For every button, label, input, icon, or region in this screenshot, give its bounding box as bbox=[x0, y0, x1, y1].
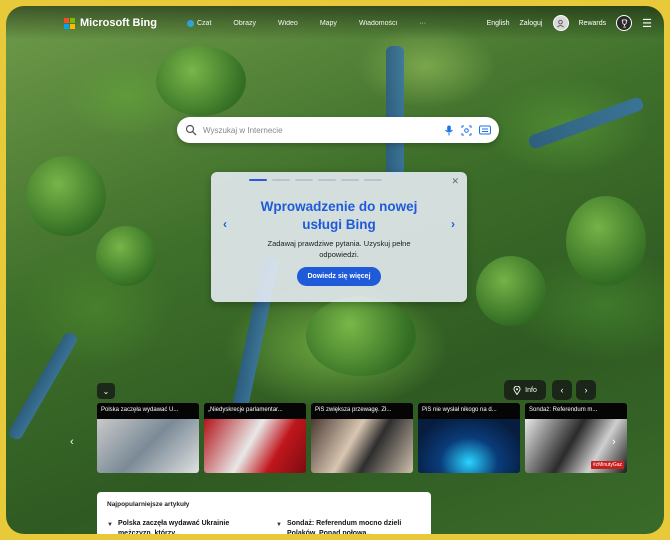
top-articles-panel: Najpopularniejsze artykuły ▼ Polska zacz… bbox=[97, 492, 431, 534]
slide-dot[interactable] bbox=[249, 179, 267, 181]
slide-dot[interactable] bbox=[272, 179, 290, 181]
news-image bbox=[418, 419, 520, 473]
news-source-icon: ▼ bbox=[276, 522, 282, 528]
main-nav: Czat Obrazy Wideo Mapy Wiadomości ··· bbox=[187, 19, 426, 27]
nav-chat[interactable]: Czat bbox=[187, 19, 212, 27]
nav-label: Wiadomości bbox=[358, 19, 398, 27]
slide-indicator bbox=[249, 179, 382, 181]
article-text: Polska zaczęła wydawać Ukrainie mężczyzn… bbox=[117, 520, 230, 534]
chevron-right-icon: › bbox=[584, 385, 588, 395]
nav-label: Czat bbox=[197, 19, 212, 27]
background-tree bbox=[476, 256, 546, 326]
brand-name: Microsoft Bing bbox=[80, 17, 157, 29]
nav-maps[interactable]: Mapy bbox=[320, 20, 337, 27]
news-badge: #zMinutyGaz bbox=[590, 461, 624, 469]
nav-label: ··· bbox=[419, 19, 427, 27]
news-card[interactable]: PiS nie wysłał nikogo na d... bbox=[418, 403, 520, 473]
nav-more[interactable]: ··· bbox=[419, 20, 426, 27]
news-caption: Polska zaczęła wydawać U... bbox=[97, 403, 199, 419]
news-caption: PiS zwiększa przewagę. Zł... bbox=[311, 403, 413, 419]
background-tree bbox=[96, 226, 156, 286]
chevron-left-icon[interactable]: ‹ bbox=[223, 217, 227, 231]
top-bar: Microsoft Bing Czat Obrazy Wideo Mapy Wi… bbox=[6, 6, 664, 40]
nav-label: Wideo bbox=[277, 19, 298, 27]
location-pin-icon bbox=[513, 385, 521, 395]
collapse-feed-button[interactable]: ⌄ bbox=[97, 383, 115, 399]
copilot-icon bbox=[187, 19, 194, 27]
news-caption: PiS nie wysłał nikogo na d... bbox=[418, 403, 520, 419]
top-articles-list: ▼ Polska zaczęła wydawać Ukrainie mężczy… bbox=[107, 519, 421, 534]
intro-text: Zadawaj prawdziwe pytania. Uzyskuj pełne… bbox=[267, 239, 411, 259]
close-icon[interactable]: ✕ bbox=[451, 176, 459, 187]
background-canal bbox=[527, 95, 645, 151]
news-carousel: Polska zaczęła wydawać U... „Niedyskrecj… bbox=[97, 403, 627, 473]
chevron-down-icon: ⌄ bbox=[102, 386, 110, 396]
hamburger-menu-icon[interactable]: ☰ bbox=[642, 17, 652, 30]
rewards-icon[interactable] bbox=[616, 15, 633, 31]
article-item[interactable]: ▼ Sondaż: Referendum mocno dzieli Polakó… bbox=[276, 519, 421, 534]
nav-images[interactable]: Obrazy bbox=[233, 20, 256, 27]
article-text: Sondaż: Referendum mocno dzieli Polaków.… bbox=[286, 520, 402, 534]
news-card[interactable]: „Niedyskrecje parlamentar... bbox=[204, 403, 306, 473]
top-articles-title: Najpopularniejsze artykuły bbox=[107, 501, 190, 508]
slide-dot[interactable] bbox=[341, 179, 359, 181]
slide-dot[interactable] bbox=[364, 179, 382, 181]
background-canal bbox=[6, 330, 80, 442]
news-image bbox=[311, 419, 413, 473]
intro-card: ✕ ‹ › Wprowadzenie do nowej usługi Bing … bbox=[211, 172, 467, 302]
nav-label: Mapy bbox=[319, 19, 337, 27]
microphone-icon[interactable] bbox=[444, 125, 454, 136]
keyboard-icon[interactable] bbox=[479, 125, 491, 135]
header-actions: English Zaloguj Rewards ☰ bbox=[487, 15, 652, 31]
microsoft-logo-icon bbox=[64, 17, 75, 29]
news-card[interactable]: PiS zwiększa przewagę. Zł... bbox=[311, 403, 413, 473]
language-link[interactable]: English bbox=[487, 20, 510, 27]
intro-title: Wprowadzenie do nowej usługi Bing bbox=[260, 199, 418, 232]
previous-image-button[interactable]: ‹ bbox=[552, 380, 572, 400]
background-canal bbox=[386, 46, 404, 176]
chevron-left-icon[interactable]: ‹ bbox=[70, 436, 74, 448]
bing-homepage: Microsoft Bing Czat Obrazy Wideo Mapy Wi… bbox=[6, 6, 664, 534]
news-source-icon: ▼ bbox=[107, 522, 113, 528]
slide-dot[interactable] bbox=[295, 179, 313, 181]
next-image-button[interactable]: › bbox=[576, 380, 596, 400]
background-tree bbox=[156, 46, 246, 116]
user-icon bbox=[557, 19, 564, 27]
background-tree bbox=[306, 296, 416, 376]
news-card[interactable]: Polska zaczęła wydawać U... bbox=[97, 403, 199, 473]
slide-dot[interactable] bbox=[318, 179, 336, 181]
chevron-left-icon: ‹ bbox=[560, 385, 564, 395]
background-tree bbox=[26, 156, 106, 236]
bing-logo[interactable]: Microsoft Bing bbox=[64, 17, 157, 29]
learn-more-button[interactable]: Dowiedz się więcej bbox=[297, 267, 381, 286]
news-image bbox=[97, 419, 199, 473]
info-button[interactable]: Info bbox=[504, 380, 546, 400]
avatar[interactable] bbox=[552, 15, 569, 31]
login-link[interactable]: Zaloguj bbox=[520, 20, 543, 27]
search-input[interactable] bbox=[203, 125, 444, 135]
news-caption: „Niedyskrecje parlamentar... bbox=[204, 403, 306, 419]
news-caption: Sondaż: Referendum m... bbox=[525, 403, 627, 419]
rewards-link[interactable]: Rewards bbox=[579, 20, 607, 27]
info-label: Info bbox=[525, 386, 537, 394]
chevron-right-icon[interactable]: › bbox=[451, 217, 455, 231]
chevron-right-icon[interactable]: › bbox=[612, 436, 616, 448]
search-bar bbox=[177, 117, 499, 143]
visual-search-icon[interactable] bbox=[461, 125, 472, 136]
search-tools bbox=[444, 125, 491, 136]
search-icon[interactable] bbox=[185, 124, 197, 136]
article-item[interactable]: ▼ Polska zaczęła wydawać Ukrainie mężczy… bbox=[107, 519, 252, 534]
background-tree bbox=[566, 196, 646, 286]
nav-video[interactable]: Wideo bbox=[278, 20, 298, 27]
trophy-icon bbox=[621, 18, 627, 28]
nav-news[interactable]: Wiadomości bbox=[359, 20, 397, 27]
news-image bbox=[204, 419, 306, 473]
nav-label: Obrazy bbox=[233, 19, 256, 27]
